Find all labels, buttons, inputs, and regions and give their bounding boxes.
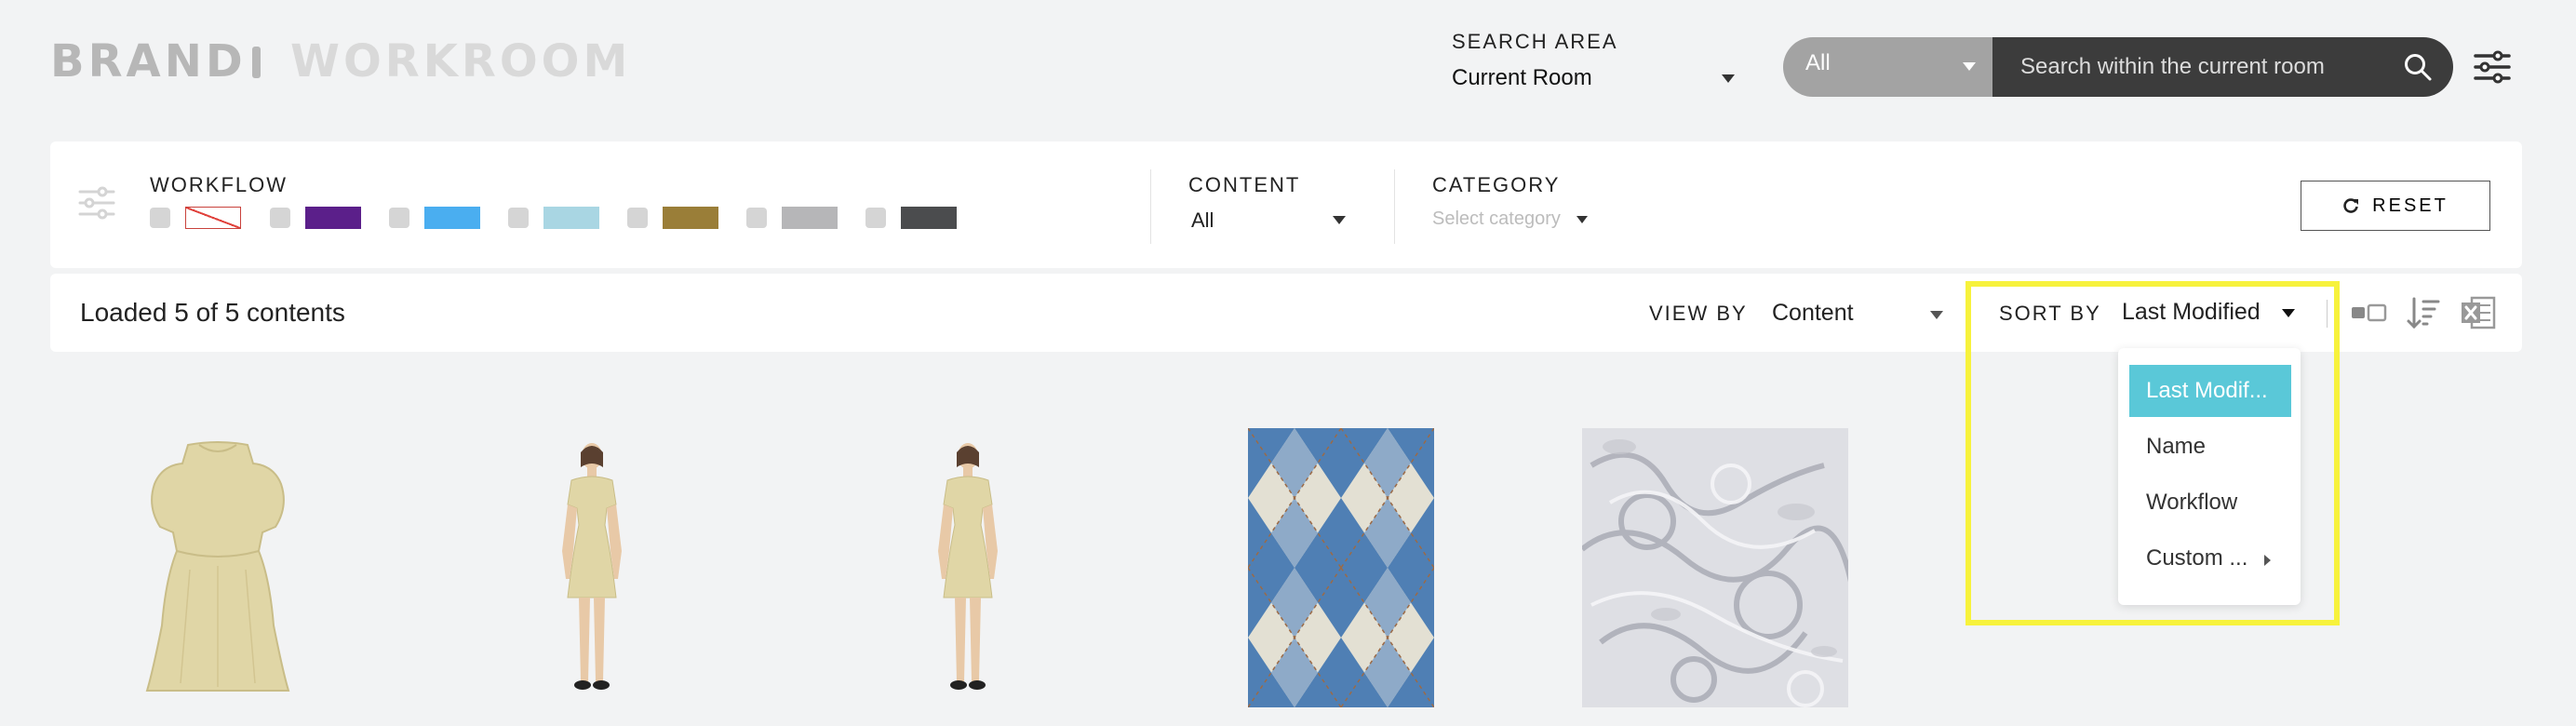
filter-panel: WORKFLOW CONTENT All CATEGORY Select cat…	[50, 141, 2522, 268]
workflow-checkbox[interactable]	[865, 208, 886, 228]
workflow-color-swatch	[305, 207, 361, 229]
search-scope-select[interactable]: All	[1783, 37, 1992, 97]
thumbnail-avatar-dress[interactable]	[549, 439, 635, 696]
search-icon[interactable]	[2403, 52, 2433, 82]
search-scope-caret-icon	[1963, 62, 1976, 71]
workflow-checkbox[interactable]	[746, 208, 767, 228]
workflow-label: WORKFLOW	[150, 173, 288, 196]
sort-option[interactable]: Workflow	[2129, 477, 2291, 529]
sort-option[interactable]: Last Modif...	[2129, 365, 2291, 417]
category-label: CATEGORY	[1432, 173, 1561, 196]
excel-export-icon[interactable]	[2459, 294, 2498, 331]
search-area-caret-icon[interactable]	[1722, 74, 1735, 83]
workflow-filter-item[interactable]	[865, 207, 957, 229]
filter-divider	[1150, 169, 1151, 244]
search-area-select[interactable]: Current Room	[1452, 65, 1592, 91]
workflow-filter-item[interactable]	[508, 207, 599, 229]
sort-option[interactable]: Name	[2129, 421, 2291, 473]
workflow-checkbox[interactable]	[508, 208, 529, 228]
sort-dropdown-menu: Last Modif... Name Workflow Custom ...	[2118, 348, 2301, 605]
view-by-label: VIEW BY	[1649, 302, 1748, 325]
workroom-title: WORKROOM	[290, 35, 632, 87]
workflow-checkbox[interactable]	[627, 208, 648, 228]
workflow-filter-item[interactable]	[270, 207, 361, 229]
reset-label: RESET	[2372, 195, 2449, 216]
brand-divider	[252, 47, 261, 78]
view-toggle-icon[interactable]	[2349, 294, 2388, 331]
workflow-filter-item[interactable]	[746, 207, 838, 229]
thumbnail-dress[interactable]	[143, 439, 292, 696]
loaded-count: Loaded 5 of 5 contents	[80, 298, 345, 327]
workflow-filter-item[interactable]	[627, 207, 718, 229]
thumbnail-avatar-dress[interactable]	[925, 439, 1011, 696]
thumbnail-argyle-fabric[interactable]	[1248, 428, 1434, 707]
reset-button[interactable]: RESET	[2301, 181, 2490, 231]
workflow-filter-item[interactable]	[389, 207, 480, 229]
sort-option-label: Name	[2146, 434, 2207, 459]
content-caret-icon[interactable]	[1333, 216, 1346, 224]
search-box: All	[1783, 37, 2453, 97]
sort-option-label: Last Modif...	[2146, 378, 2268, 403]
view-by-select[interactable]: Content	[1772, 300, 1854, 327]
filter-divider	[1394, 169, 1395, 244]
workflow-checkbox[interactable]	[270, 208, 290, 228]
submenu-arrow-icon	[2264, 555, 2271, 566]
workflow-checkbox[interactable]	[389, 208, 409, 228]
content-label: CONTENT	[1188, 173, 1301, 196]
view-by-caret-icon[interactable]	[1930, 311, 1943, 319]
content-select[interactable]: All	[1191, 208, 1214, 233]
brand-title: BRAND	[50, 35, 247, 87]
search-area-label: SEARCH AREA	[1452, 30, 1618, 53]
workflow-color-swatch	[543, 207, 599, 229]
filter-sliders-icon[interactable]	[78, 186, 115, 220]
workflow-color-swatch	[901, 207, 957, 229]
category-caret-icon[interactable]	[1576, 216, 1588, 223]
sort-option[interactable]: Custom ...	[2129, 532, 2291, 585]
search-input[interactable]	[1992, 37, 2453, 97]
category-select[interactable]: Select category	[1432, 208, 1561, 230]
sort-option-label: Custom ...	[2146, 545, 2248, 571]
workflow-color-swatch	[185, 207, 241, 229]
filter-settings-icon[interactable]	[2474, 50, 2511, 84]
workflow-color-swatch	[424, 207, 480, 229]
workflow-color-swatch	[663, 207, 718, 229]
workflow-filter-item[interactable]	[150, 207, 241, 229]
workflow-checkbox[interactable]	[150, 208, 170, 228]
workflow-color-swatch	[782, 207, 838, 229]
search-scope-label: All	[1805, 50, 1831, 75]
sort-option-label: Workflow	[2146, 490, 2238, 515]
sort-order-icon[interactable]	[2405, 294, 2444, 331]
refresh-icon	[2343, 198, 2359, 213]
thumbnail-floral-fabric[interactable]	[1582, 428, 1848, 707]
